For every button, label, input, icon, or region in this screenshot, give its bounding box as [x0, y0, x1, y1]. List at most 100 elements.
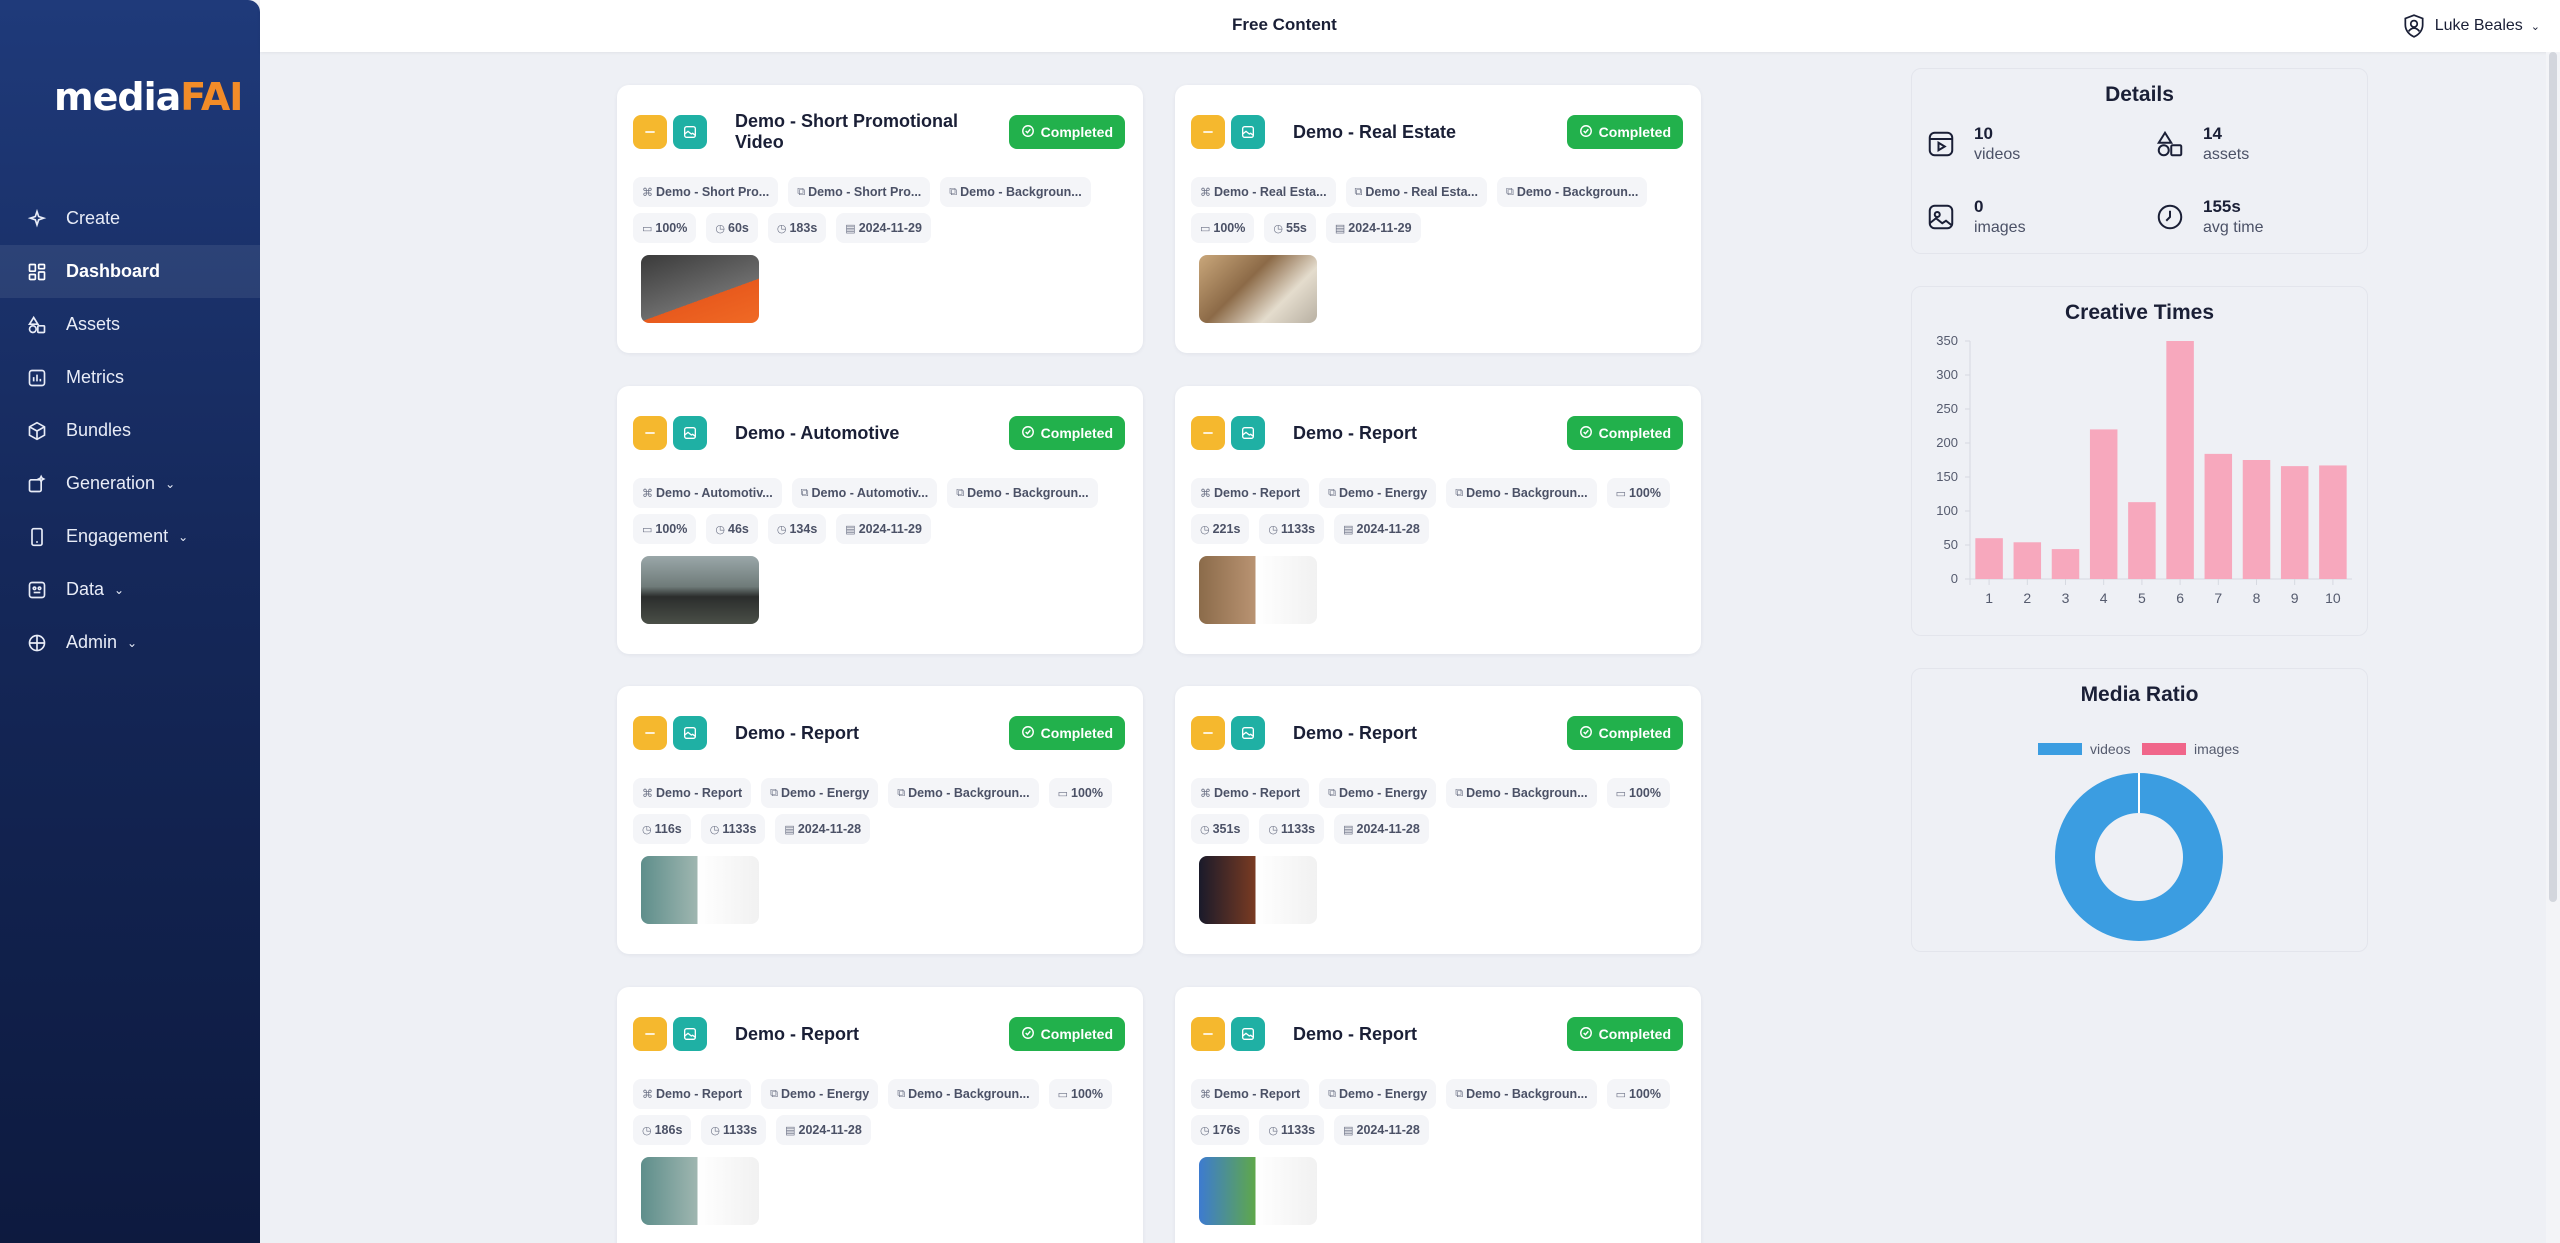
- meta-chip[interactable]: ◷ 221s: [1191, 514, 1250, 544]
- sidebar-item-assets[interactable]: Assets: [0, 298, 260, 351]
- sidebar-item-data[interactable]: Data ⌄: [0, 563, 260, 616]
- image-icon[interactable]: [1231, 716, 1265, 750]
- meta-chip[interactable]: ⌘ Demo - Report: [1191, 1079, 1310, 1109]
- meta-chip[interactable]: ◷ 134s: [767, 514, 827, 544]
- meta-chip[interactable]: ⧉ Demo - Short Pro...: [788, 177, 931, 207]
- content-card[interactable]: Demo - Report Completed ⌘ Demo - Report ⧉ D…: [1175, 987, 1701, 1243]
- meta-chip[interactable]: ▤ 2024-11-29: [1325, 213, 1421, 243]
- scrollbar[interactable]: [2546, 52, 2560, 1243]
- meta-chip[interactable]: ▭ 100%: [633, 213, 697, 243]
- content-card[interactable]: Demo - Report Completed ⌘ Demo - Report ⧉ D…: [1175, 386, 1701, 654]
- meta-chip[interactable]: ▤ 2024-11-28: [1334, 514, 1429, 544]
- thumbnail[interactable]: [1199, 255, 1317, 323]
- content-card[interactable]: Demo - Real Estate Completed ⌘ Demo - Rea…: [1175, 85, 1701, 353]
- link-icon[interactable]: [1191, 115, 1225, 149]
- image-icon[interactable]: [673, 115, 707, 149]
- thumbnail[interactable]: [641, 556, 759, 624]
- card-title[interactable]: Demo - Real Estate: [1293, 122, 1567, 143]
- meta-chip[interactable]: ⌘ Demo - Report: [633, 1079, 752, 1109]
- meta-chip[interactable]: ⌘ Demo - Report: [1191, 778, 1310, 808]
- content-card[interactable]: Demo - Report Completed ⌘ Demo - Report ⧉ D…: [617, 987, 1143, 1243]
- meta-chip[interactable]: ▤ 2024-11-28: [776, 1115, 871, 1145]
- meta-chip[interactable]: ◷ 183s: [767, 213, 827, 243]
- card-title[interactable]: Demo - Report: [1293, 1024, 1567, 1045]
- content-card[interactable]: Demo - Report Completed ⌘ Demo - Report ⧉ D…: [1175, 686, 1701, 954]
- user-menu[interactable]: Luke Beales ⌄: [2401, 13, 2540, 39]
- meta-chip[interactable]: ⧉ Demo - Energy: [761, 1079, 879, 1109]
- meta-chip[interactable]: ⧉ Demo - Backgroun...: [1446, 1079, 1597, 1109]
- meta-chip[interactable]: ◷ 176s: [1191, 1115, 1250, 1145]
- sidebar-item-admin[interactable]: Admin ⌄: [0, 616, 260, 669]
- image-icon[interactable]: [673, 416, 707, 450]
- card-title[interactable]: Demo - Report: [1293, 423, 1567, 444]
- logo[interactable]: media FAI: [54, 75, 243, 119]
- meta-chip[interactable]: ⧉ Demo - Backgroun...: [1446, 478, 1597, 508]
- meta-chip[interactable]: ⌘ Demo - Automotiv...: [633, 478, 782, 508]
- meta-chip[interactable]: ⧉ Demo - Backgroun...: [1446, 778, 1597, 808]
- thumbnail[interactable]: [1199, 1157, 1317, 1225]
- meta-chip[interactable]: ◷ 1133s: [701, 1115, 767, 1145]
- card-title[interactable]: Demo - Report: [735, 723, 1009, 744]
- meta-chip[interactable]: ◷ 1133s: [1259, 814, 1325, 844]
- meta-chip[interactable]: ▤ 2024-11-28: [775, 814, 871, 844]
- link-icon[interactable]: [633, 115, 667, 149]
- thumbnail[interactable]: [641, 1157, 759, 1225]
- meta-chip[interactable]: ▭ 100%: [1606, 1079, 1670, 1109]
- image-icon[interactable]: [1231, 115, 1265, 149]
- card-title[interactable]: Demo - Short Promotional Video: [735, 111, 1009, 153]
- meta-chip[interactable]: ◷ 55s: [1264, 213, 1316, 243]
- link-icon[interactable]: [1191, 416, 1225, 450]
- sidebar-item-engagement[interactable]: Engagement ⌄: [0, 510, 260, 563]
- meta-chip[interactable]: ⧉ Demo - Backgroun...: [947, 478, 1098, 508]
- link-icon[interactable]: [633, 1017, 667, 1051]
- content-card[interactable]: Demo - Report Completed ⌘ Demo - Report ⧉ D…: [617, 686, 1143, 954]
- link-icon[interactable]: [1191, 1017, 1225, 1051]
- meta-chip[interactable]: ⌘ Demo - Short Pro...: [633, 177, 779, 207]
- meta-chip[interactable]: ▭ 100%: [1048, 778, 1112, 808]
- thumbnail[interactable]: [641, 856, 759, 924]
- meta-chip[interactable]: ◷ 46s: [706, 514, 758, 544]
- meta-chip[interactable]: ⧉ Demo - Energy: [1319, 1079, 1437, 1109]
- sidebar-item-bundles[interactable]: Bundles: [0, 404, 260, 457]
- image-icon[interactable]: [1231, 1017, 1265, 1051]
- thumbnail[interactable]: [1199, 556, 1317, 624]
- thumbnail[interactable]: [1199, 856, 1317, 924]
- meta-chip[interactable]: ⌘ Demo - Real Esta...: [1191, 177, 1336, 207]
- meta-chip[interactable]: ◷ 186s: [633, 1115, 692, 1145]
- image-icon[interactable]: [1231, 416, 1265, 450]
- meta-chip[interactable]: ▭ 100%: [1191, 213, 1255, 243]
- meta-chip[interactable]: ▤ 2024-11-28: [1334, 814, 1429, 844]
- thumbnail[interactable]: [641, 255, 759, 323]
- link-icon[interactable]: [1191, 716, 1225, 750]
- meta-chip[interactable]: ◷ 1133s: [700, 814, 766, 844]
- meta-chip[interactable]: ⧉ Demo - Automotiv...: [791, 478, 938, 508]
- meta-chip[interactable]: ◷ 60s: [706, 213, 758, 243]
- link-icon[interactable]: [633, 416, 667, 450]
- card-title[interactable]: Demo - Report: [1293, 723, 1567, 744]
- meta-chip[interactable]: ⧉ Demo - Backgroun...: [888, 778, 1039, 808]
- meta-chip[interactable]: ⧉ Demo - Backgroun...: [888, 1079, 1039, 1109]
- content-card[interactable]: Demo - Short Promotional Video Completed…: [617, 85, 1143, 353]
- meta-chip[interactable]: ▭ 100%: [1606, 478, 1670, 508]
- content-card[interactable]: Demo - Automotive Completed ⌘ Demo - Auto…: [617, 386, 1143, 654]
- meta-chip[interactable]: ⧉ Demo - Energy: [1319, 778, 1437, 808]
- meta-chip[interactable]: ▤ 2024-11-29: [836, 213, 931, 243]
- meta-chip[interactable]: ◷ 351s: [1191, 814, 1250, 844]
- card-title[interactable]: Demo - Report: [735, 1024, 1009, 1045]
- sidebar-item-create[interactable]: Create: [0, 192, 260, 245]
- meta-chip[interactable]: ⌘ Demo - Report: [633, 778, 752, 808]
- meta-chip[interactable]: ⧉ Demo - Backgroun...: [940, 177, 1091, 207]
- sidebar-item-metrics[interactable]: Metrics: [0, 351, 260, 404]
- meta-chip[interactable]: ⧉ Demo - Real Esta...: [1345, 177, 1487, 207]
- meta-chip[interactable]: ◷ 1133s: [1259, 1115, 1325, 1145]
- meta-chip[interactable]: ▭ 100%: [633, 514, 697, 544]
- meta-chip[interactable]: ◷ 1133s: [1259, 514, 1325, 544]
- meta-chip[interactable]: ⧉ Demo - Energy: [1319, 478, 1437, 508]
- card-title[interactable]: Demo - Automotive: [735, 423, 1009, 444]
- scrollbar-thumb[interactable]: [2549, 52, 2557, 902]
- meta-chip[interactable]: ⌘ Demo - Report: [1191, 478, 1310, 508]
- meta-chip[interactable]: ▭ 100%: [1048, 1079, 1112, 1109]
- meta-chip[interactable]: ⧉ Demo - Energy: [761, 778, 879, 808]
- sidebar-item-generation[interactable]: Generation ⌄: [0, 457, 260, 510]
- meta-chip[interactable]: ▤ 2024-11-29: [836, 514, 931, 544]
